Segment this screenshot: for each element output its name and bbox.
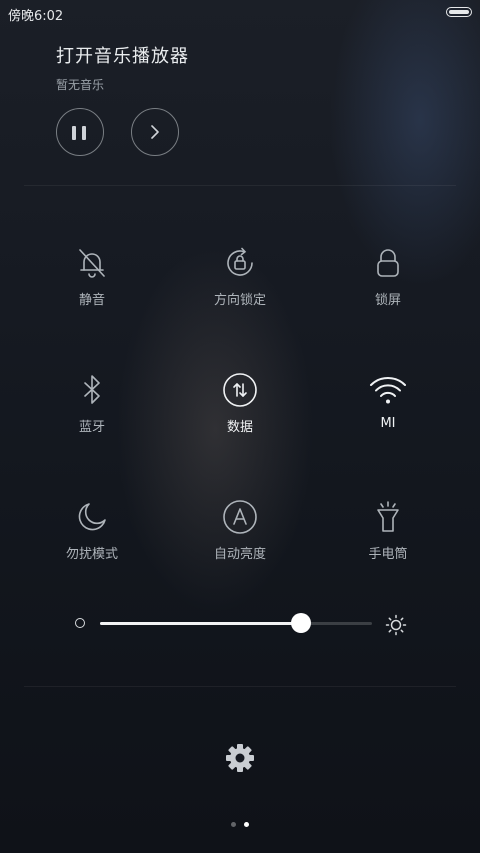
toggle-rotation-lock[interactable]: 方向锁定 <box>180 245 300 308</box>
toggle-label: 手电筒 <box>368 547 408 562</box>
settings-gear-icon[interactable] <box>224 742 256 774</box>
toggle-label: 数据 <box>226 420 253 435</box>
toggle-label: 方向锁定 <box>213 293 266 308</box>
brightness-low-icon <box>75 618 85 628</box>
music-subtitle: 暂无音乐 <box>56 78 105 92</box>
toggle-flashlight[interactable]: 手电筒 <box>328 499 448 562</box>
toggle-mute[interactable]: 静音 <box>32 245 152 308</box>
toggle-label: 勿扰模式 <box>65 547 118 562</box>
music-title[interactable]: 打开音乐播放器 <box>56 42 189 68</box>
toggle-label: 静音 <box>78 293 105 308</box>
mobile-data-icon <box>223 373 257 407</box>
wifi-icon <box>370 376 406 404</box>
next-button[interactable] <box>131 108 179 156</box>
toggle-mobile-data[interactable]: 数据 <box>180 372 300 435</box>
brightness-thumb[interactable] <box>291 613 312 633</box>
toggle-lock-screen[interactable]: 锁屏 <box>328 245 448 308</box>
toggle-label: MI <box>380 416 396 431</box>
moon-icon <box>78 503 106 531</box>
toggle-bluetooth[interactable]: 蓝牙 <box>32 372 152 435</box>
lock-icon <box>377 249 399 277</box>
status-bar: 傍晚6:02 <box>0 0 480 26</box>
page-dot <box>231 822 236 827</box>
battery-icon <box>446 7 472 17</box>
auto-brightness-icon <box>223 500 257 534</box>
divider <box>24 686 456 687</box>
music-widget[interactable]: 打开音乐播放器 暂无音乐 <box>56 42 189 93</box>
rotation-lock-icon <box>227 247 253 276</box>
toggle-label: 蓝牙 <box>78 420 105 435</box>
page-indicator <box>0 812 480 831</box>
chevron-right-icon <box>151 125 159 139</box>
divider <box>24 185 456 186</box>
brightness-fill <box>100 622 302 625</box>
toggle-auto-brightness[interactable]: 自动亮度 <box>180 499 300 562</box>
toggle-do-not-disturb[interactable]: 勿扰模式 <box>32 499 152 562</box>
toggle-wifi[interactable]: MI <box>328 372 448 431</box>
toggle-label: 自动亮度 <box>213 547 266 562</box>
bell-off-icon <box>79 249 105 278</box>
toggle-label: 锁屏 <box>374 293 401 308</box>
brightness-slider[interactable] <box>100 613 372 633</box>
pause-button[interactable] <box>56 108 104 156</box>
status-time: 傍晚6:02 <box>8 9 64 24</box>
page-dot <box>244 822 249 827</box>
brightness-high-icon <box>385 614 407 636</box>
flashlight-icon <box>377 501 399 532</box>
bluetooth-icon <box>84 375 100 404</box>
